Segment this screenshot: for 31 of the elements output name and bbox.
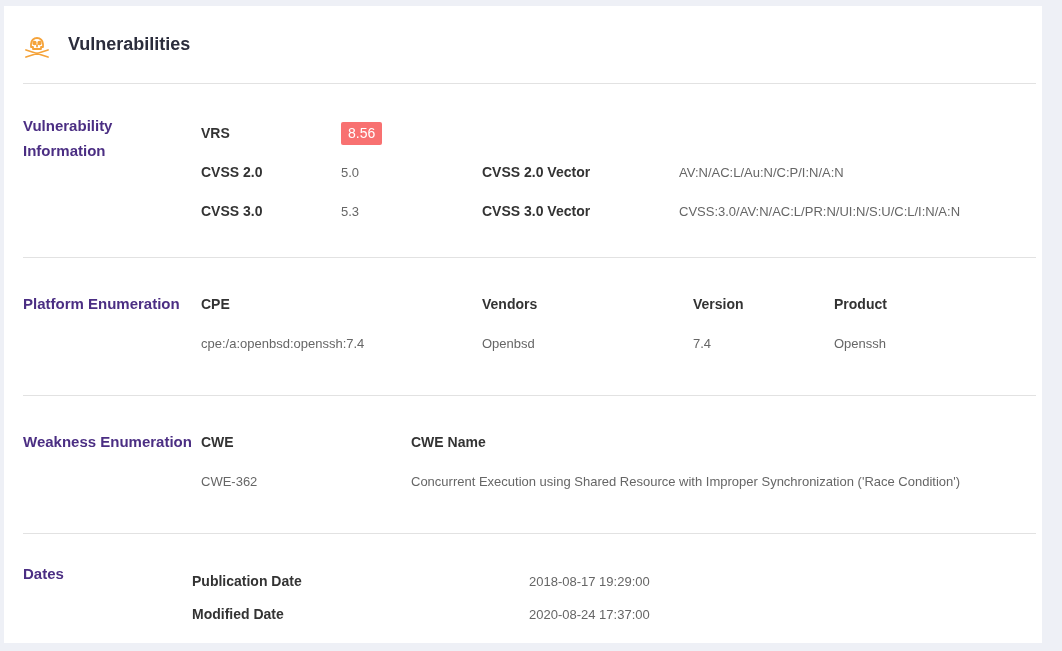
field-label: CVSS 3.0 bbox=[201, 202, 264, 221]
table-cell-text: 7.4 bbox=[693, 334, 713, 353]
field-label: CVSS 2.0 bbox=[201, 163, 264, 182]
table-cell-text: Openbsd bbox=[482, 334, 536, 353]
section-label: Vulnerability Information bbox=[23, 116, 114, 161]
column-header: CPE bbox=[201, 295, 231, 314]
field-value: 2018-08-17 19:29:00 bbox=[529, 572, 651, 591]
field-value: CVSS:3.0/AV:N/AC:L/PR:N/UI:N/S:U/C:L/I:N/A:N bbox=[679, 202, 962, 221]
field-value: 5.0 bbox=[341, 163, 361, 182]
panel-title: Vulnerabilities bbox=[68, 33, 191, 56]
table-cell-text: Concurrent Execution using Shared Resource with Improper Synchronization ('Race Condition') bbox=[411, 472, 962, 491]
field-label: VRS bbox=[201, 124, 231, 143]
field-value: AV:N/AC:L/Au:N/C:P/I:N/A:N bbox=[679, 163, 845, 182]
field-value: 2020-08-24 17:37:00 bbox=[529, 605, 651, 624]
column-header: Vendors bbox=[482, 295, 539, 314]
table-cell-text: cpe:/a:openbsd:openssh:7.4 bbox=[201, 334, 366, 353]
column-header: CWE Name bbox=[411, 433, 487, 452]
section-label: Weakness Enumeration bbox=[23, 432, 192, 452]
table-cell-text: Openssh bbox=[834, 334, 888, 353]
field-value: 5.3 bbox=[341, 202, 361, 221]
section-label: Dates bbox=[23, 564, 65, 584]
score-badge: 8.56 bbox=[341, 122, 383, 145]
field-label: CVSS 3.0 Vector bbox=[482, 202, 592, 221]
table-cell-text: CWE-362 bbox=[201, 472, 259, 491]
column-header: Product bbox=[834, 295, 888, 314]
field-label: Publication Date bbox=[192, 572, 303, 591]
column-header: Version bbox=[693, 295, 745, 314]
section-label: Platform Enumeration bbox=[23, 294, 181, 314]
field-label: Modified Date bbox=[192, 605, 285, 624]
column-header: CWE bbox=[201, 433, 235, 452]
field-label: CVSS 2.0 Vector bbox=[482, 163, 592, 182]
